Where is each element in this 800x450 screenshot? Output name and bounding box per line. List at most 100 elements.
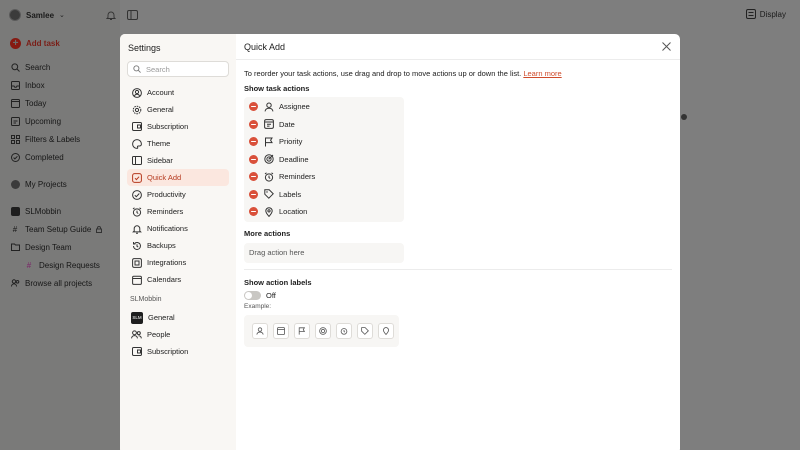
settings-item-calendars[interactable]: Calendars xyxy=(127,271,229,288)
settings-item-notifications[interactable]: Notifications xyxy=(127,220,229,237)
add-task-label: Add task xyxy=(26,39,60,48)
nav-item-design-team[interactable]: Design Team xyxy=(10,238,120,256)
action-labels-toggle[interactable] xyxy=(244,290,261,300)
action-label: Location xyxy=(279,207,308,217)
action-item-location[interactable]: Location xyxy=(244,203,404,221)
settings-item-sidebar[interactable]: Sidebar xyxy=(127,152,229,169)
settings-content: Quick Add To reorder your task actions, … xyxy=(236,34,680,450)
settings-item-label: Reminders xyxy=(147,207,184,216)
description: To reorder your task actions, use drag a… xyxy=(244,69,672,79)
add-task-button[interactable]: + Add task xyxy=(10,38,60,49)
settings-item-label: General xyxy=(148,313,175,322)
nav-item-search[interactable]: Search xyxy=(10,58,120,76)
display-button[interactable]: Display xyxy=(745,9,786,19)
productivity-icon xyxy=(131,189,142,200)
nav-item-design-requests[interactable]: # Design Requests xyxy=(10,256,120,274)
nav-label: Completed xyxy=(25,152,64,162)
account-icon xyxy=(131,87,142,98)
settings-item-productivity[interactable]: Productivity xyxy=(127,186,229,203)
nav-item-completed[interactable]: Completed xyxy=(10,148,120,166)
action-item-labels[interactable]: Labels xyxy=(244,186,404,204)
action-item-priority[interactable]: Priority xyxy=(244,133,404,151)
nav-label: Design Requests xyxy=(39,260,100,270)
lock-icon xyxy=(96,225,103,233)
settings-item-account[interactable]: Account xyxy=(127,84,229,101)
nav-item-today[interactable]: Today xyxy=(10,94,120,112)
settings-search-input[interactable]: Search xyxy=(127,61,229,77)
people-icon xyxy=(131,329,142,340)
settings-item-integrations[interactable]: Integrations xyxy=(127,254,229,271)
settings-item-theme[interactable]: Theme xyxy=(127,135,229,152)
action-item-reminders[interactable]: Reminders xyxy=(244,168,404,186)
location-pin-icon xyxy=(378,322,394,339)
settings-item-quick-add[interactable]: Quick Add xyxy=(127,169,229,186)
divider xyxy=(244,268,672,270)
nav-workspace[interactable]: SLMobbin xyxy=(10,202,120,220)
settings-title: Settings xyxy=(128,43,161,53)
settings-item-backups[interactable]: Backups xyxy=(127,237,229,254)
hash-icon: # xyxy=(26,260,32,270)
sidebar-toggle-icon[interactable] xyxy=(127,10,138,20)
settings-item-label: Calendars xyxy=(147,275,182,284)
search-placeholder: Search xyxy=(146,64,170,74)
action-item-deadline[interactable]: Deadline xyxy=(244,151,404,169)
settings-item-workspace-subscription[interactable]: Subscription xyxy=(127,343,229,360)
check-circle-icon xyxy=(10,152,20,162)
learn-more-link[interactable]: Learn more xyxy=(523,69,561,78)
user-menu[interactable]: Samlee ⌄ xyxy=(9,9,65,21)
example-label: Example: xyxy=(244,302,272,310)
close-icon[interactable] xyxy=(661,41,672,52)
action-labels-toggle-row: Off xyxy=(244,290,672,300)
quick-add-icon xyxy=(131,172,142,183)
action-item-date[interactable]: Date xyxy=(244,116,404,134)
settings-item-label: People xyxy=(147,330,171,339)
nav-item-filters[interactable]: Filters & Labels xyxy=(10,130,120,148)
folder-icon xyxy=(10,243,20,251)
nav-item-upcoming[interactable]: Upcoming xyxy=(10,112,120,130)
nav-my-projects[interactable]: My Projects xyxy=(10,175,120,193)
settings-item-label: Subscription xyxy=(147,122,189,131)
bell-icon[interactable] xyxy=(106,10,116,21)
settings-modal: Settings Search Account General Subscrip… xyxy=(120,34,680,450)
plus-icon: + xyxy=(10,38,21,49)
remove-icon[interactable] xyxy=(249,119,258,129)
avatar xyxy=(10,179,20,189)
sidebar-icon xyxy=(131,155,142,166)
nav-label: My Projects xyxy=(25,179,67,189)
remove-icon[interactable] xyxy=(249,189,258,199)
nav-label: Upcoming xyxy=(25,116,62,126)
remove-icon[interactable] xyxy=(249,172,258,182)
calendar-icon xyxy=(131,274,142,285)
filters-icon xyxy=(10,134,20,144)
calendar-today-icon xyxy=(10,98,20,108)
settings-item-workspace-general[interactable]: SLM General xyxy=(127,309,229,326)
action-label: Labels xyxy=(279,189,302,199)
alarm-icon xyxy=(263,171,274,182)
alarm-icon xyxy=(131,206,142,217)
settings-item-subscription[interactable]: Subscription xyxy=(127,118,229,135)
settings-item-people[interactable]: People xyxy=(127,326,229,343)
people-icon xyxy=(10,279,20,287)
nav-item-inbox[interactable]: Inbox xyxy=(10,76,120,94)
settings-item-label: Quick Add xyxy=(147,173,182,182)
hash-icon: # xyxy=(12,224,18,234)
remove-icon[interactable] xyxy=(249,137,258,147)
nav-label: Design Team xyxy=(25,242,72,252)
action-item-assignee[interactable]: Assignee xyxy=(244,98,404,116)
remove-icon[interactable] xyxy=(249,207,258,217)
settings-item-reminders[interactable]: Reminders xyxy=(127,203,229,220)
nav-item-team-setup[interactable]: # Team Setup Guide xyxy=(10,220,120,238)
page-title: Quick Add xyxy=(244,41,286,52)
settings-item-label: Account xyxy=(147,88,175,97)
settings-item-general[interactable]: General xyxy=(127,101,229,118)
chevron-down-icon: ⌄ xyxy=(59,12,65,19)
remove-icon[interactable] xyxy=(249,154,258,164)
drag-drop-zone[interactable]: Drag action here xyxy=(244,242,404,263)
action-label: Date xyxy=(279,119,295,129)
nav-label: Today xyxy=(25,98,47,108)
action-label: Assignee xyxy=(279,102,310,112)
nav-label: Team Setup Guide xyxy=(25,224,92,234)
remove-icon[interactable] xyxy=(249,102,258,112)
settings-nav: Account General Subscription Theme Sideb… xyxy=(127,84,229,360)
nav-item-browse[interactable]: Browse all projects xyxy=(10,274,120,292)
